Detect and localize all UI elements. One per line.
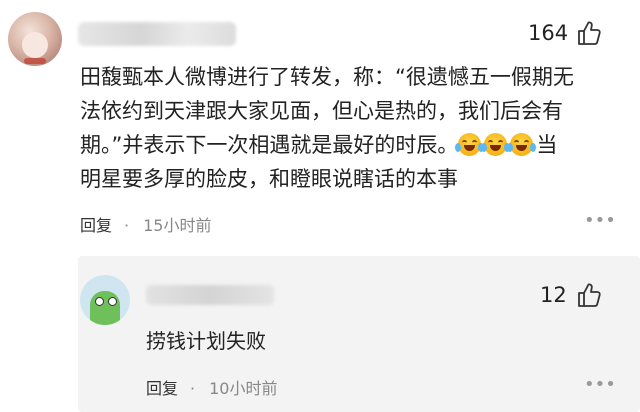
separator-dot: · (190, 379, 196, 398)
comment-line: 明星要多厚的脸皮，和瞪眼说瞎话的本事 (80, 167, 458, 191)
reply-button[interactable]: 回复 (80, 216, 112, 235)
comment-line-tail: 当 (536, 133, 558, 157)
reply-button[interactable]: 回复 (146, 379, 178, 398)
reply-author-avatar[interactable] (80, 275, 130, 325)
reply-timestamp: 10小时前 (209, 379, 278, 398)
more-options-icon[interactable]: ••• (584, 374, 616, 395)
separator-dot: · (124, 216, 130, 235)
more-options-icon[interactable]: ••• (584, 210, 616, 231)
thumbs-up-icon[interactable] (577, 282, 601, 308)
comment-like-count: 164 (528, 21, 569, 45)
commenter-username-blurred[interactable] (78, 22, 236, 46)
reply-meta: 回复 · 10小时前 (146, 375, 277, 399)
reply-username-blurred[interactable] (146, 285, 274, 305)
comment-timestamp: 15小时前 (143, 216, 212, 235)
comment-line: 法依约到天津跟大家见面，但心是热的，我们后会有 (80, 99, 563, 123)
comment-body: 田馥甄本人微博进行了转发，称：“很遗憾五一假期无 法依约到天津跟大家见面，但心是… (80, 60, 628, 196)
laughing-crying-emoji-icon (507, 133, 537, 156)
reply-like-count: 12 (540, 283, 567, 307)
comment-line: 期。”并表示下一次相遇就是最好的时辰。 当 (80, 128, 628, 162)
comment-meta: 回复 · 15小时前 (80, 212, 211, 236)
reply-body: 捞钱计划失败 (146, 329, 266, 353)
laughing-crying-emoji-icon (481, 133, 511, 156)
comment-line-text: 期。”并表示下一次相遇就是最好的时辰。 (80, 133, 459, 157)
laughing-crying-emoji-icon (455, 133, 485, 156)
thumbs-up-icon[interactable] (577, 20, 601, 46)
commenter-avatar[interactable] (8, 12, 62, 66)
comment-line: 田馥甄本人微博进行了转发，称：“很遗憾五一假期无 (80, 65, 574, 89)
